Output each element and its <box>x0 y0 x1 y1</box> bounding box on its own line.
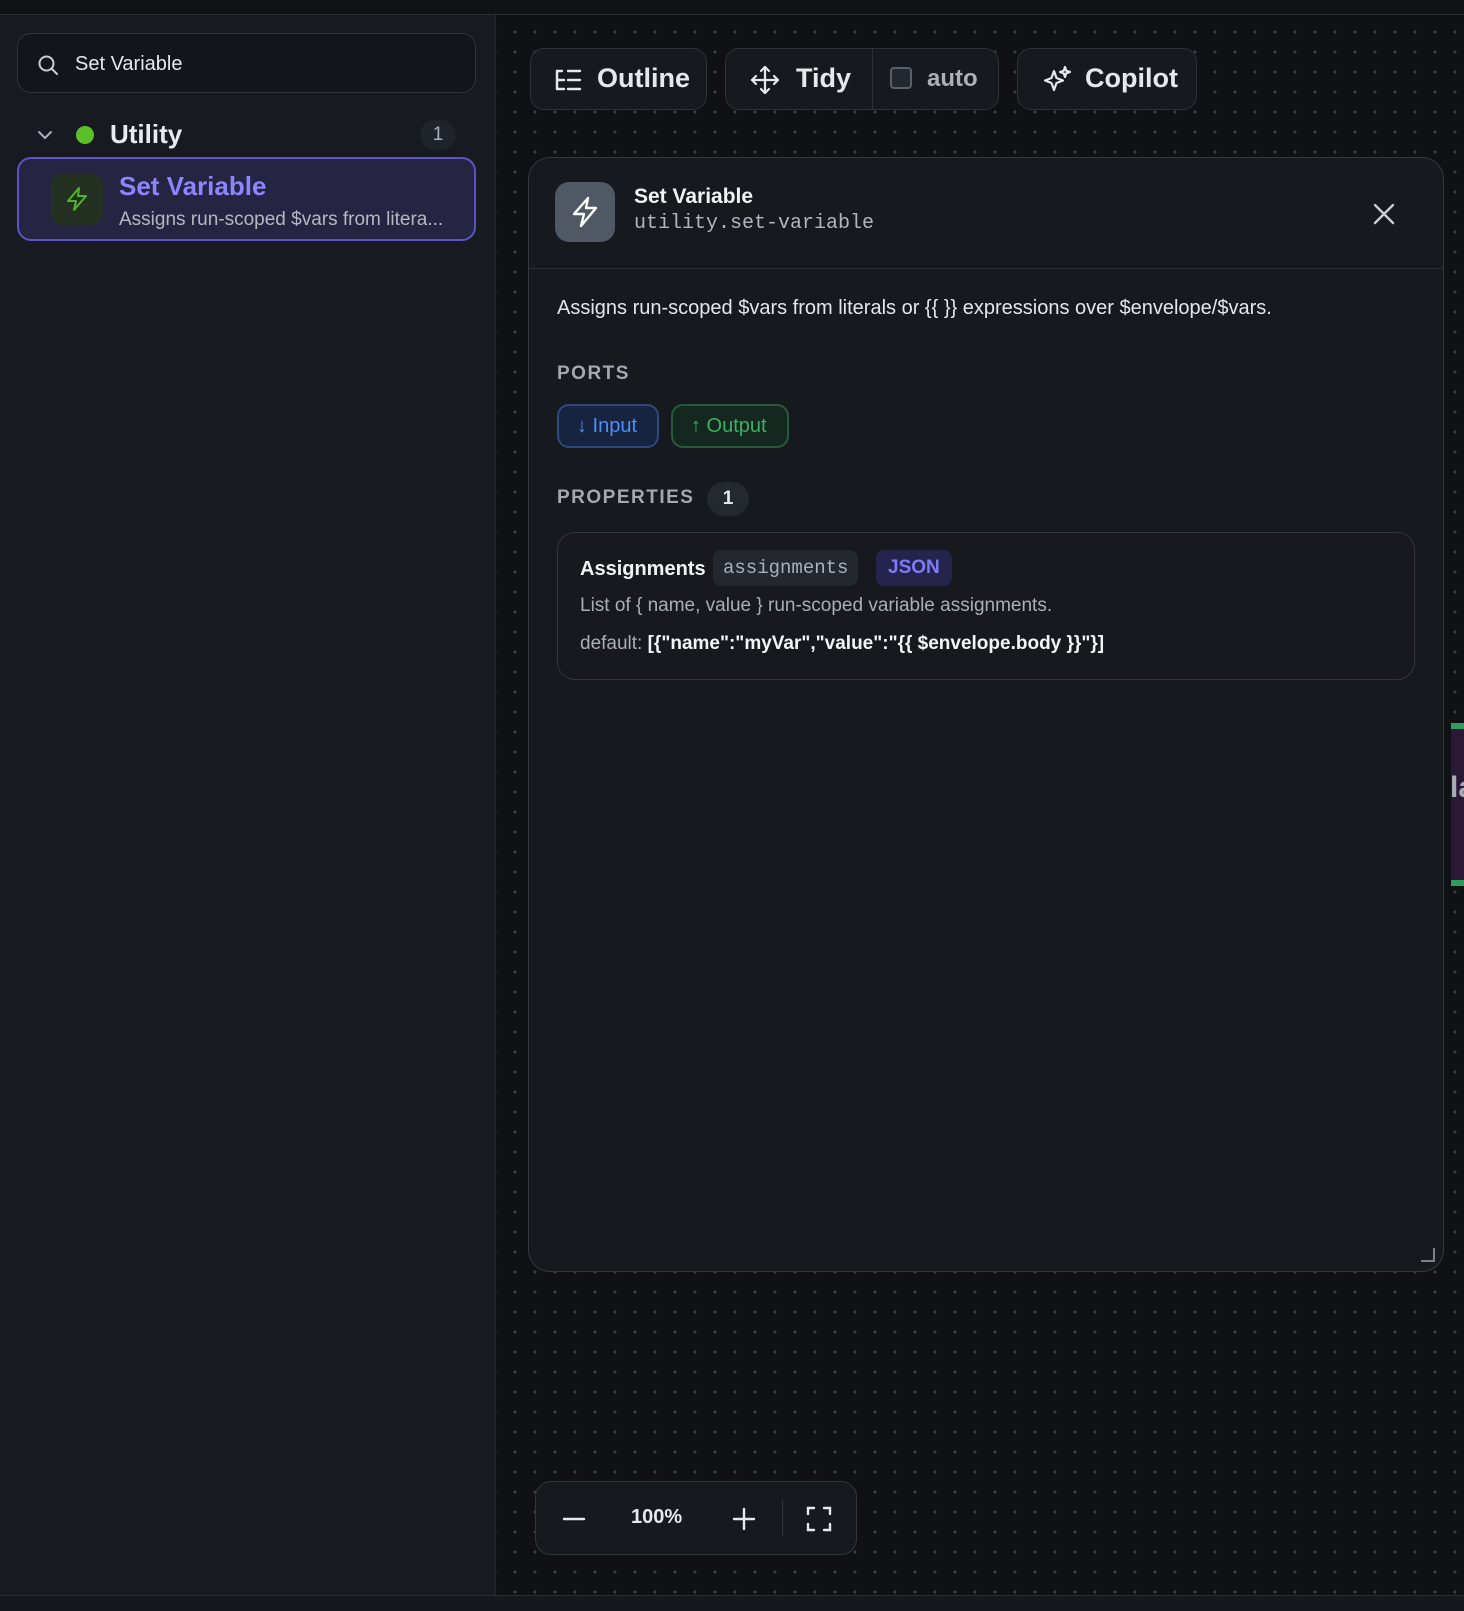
zoom-in-icon[interactable] <box>731 1506 757 1532</box>
chevron-down-icon[interactable] <box>35 125 55 145</box>
window-top-bar <box>0 0 1464 15</box>
canvas-node-partial[interactable]: la <box>1451 723 1464 886</box>
search-input[interactable] <box>73 44 467 84</box>
outline-label: Outline <box>597 63 690 93</box>
resize-handle[interactable] <box>1421 1248 1435 1262</box>
lightning-icon <box>67 187 87 211</box>
canvas-node-partial-label: la <box>1451 771 1464 805</box>
property-name: Assignments <box>580 558 706 580</box>
outline-icon <box>555 69 582 91</box>
property-card: Assignments assignments JSON List of { n… <box>557 532 1415 680</box>
property-default: default: [{"name":"myVar","value":"{{ $e… <box>580 633 1104 655</box>
group-count-badge: 1 <box>420 120 456 150</box>
inspector-type-key: utility.set-variable <box>634 212 875 235</box>
inspector-title: Set Variable <box>634 185 754 208</box>
auto-label: auto <box>927 65 978 92</box>
search-box <box>17 33 476 93</box>
outline-button[interactable]: Outline <box>530 48 707 110</box>
node-item-description: Assigns run-scoped $vars from litera... <box>119 209 444 230</box>
property-description: List of { name, value } run-scoped varia… <box>580 595 1053 616</box>
default-value: [{"name":"myVar","value":"{{ $envelope.b… <box>647 633 1105 654</box>
copilot-button[interactable]: Copilot <box>1017 48 1197 110</box>
input-port-badge: ↓ Input <box>557 404 659 448</box>
default-label: default: <box>580 633 643 654</box>
sparkles-icon <box>1043 65 1072 92</box>
ports-heading: PORTS <box>557 363 630 384</box>
node-item-icon-box <box>51 173 103 225</box>
tidy-button[interactable]: Tidy <box>796 63 851 94</box>
inspector-node-icon-box <box>555 182 615 242</box>
move-arrows-icon <box>750 65 780 95</box>
copilot-label: Copilot <box>1085 63 1178 93</box>
properties-heading: PROPERTIES <box>557 487 695 508</box>
group-label: Utility <box>110 119 183 149</box>
tidy-group: Tidy auto <box>725 48 999 110</box>
property-key: assignments <box>713 550 859 586</box>
properties-count-badge: 1 <box>707 482 749 516</box>
output-port-badge: ↑ Output <box>671 404 789 448</box>
tidy-divider <box>872 49 873 109</box>
zoom-controls: 100% <box>535 1481 857 1555</box>
search-icon <box>38 55 58 75</box>
window-bottom-bar <box>0 1595 1464 1611</box>
zoom-level: 100% <box>631 1506 683 1528</box>
zoom-divider <box>782 1500 783 1536</box>
fit-view-icon[interactable] <box>806 1506 832 1532</box>
property-type-badge: JSON <box>876 550 952 586</box>
auto-tidy-checkbox[interactable] <box>890 67 912 89</box>
inspector-header: Set Variable utility.set-variable <box>529 158 1443 269</box>
node-palette-sidebar: Utility 1 Set Variable Assigns run-scope… <box>0 15 496 1595</box>
group-utility[interactable]: Utility 1 <box>17 113 476 157</box>
node-inspector-panel: Set Variable utility.set-variable Assign… <box>528 157 1444 1272</box>
inspector-description: Assigns run-scoped $vars from literals o… <box>557 297 1272 319</box>
node-item-set-variable[interactable]: Set Variable Assigns run-scoped $vars fr… <box>17 157 476 241</box>
group-color-dot <box>76 126 94 144</box>
node-item-title: Set Variable <box>119 171 267 201</box>
zoom-out-icon[interactable] <box>561 1506 587 1532</box>
close-icon[interactable] <box>1371 201 1397 227</box>
lightning-icon <box>572 196 598 228</box>
